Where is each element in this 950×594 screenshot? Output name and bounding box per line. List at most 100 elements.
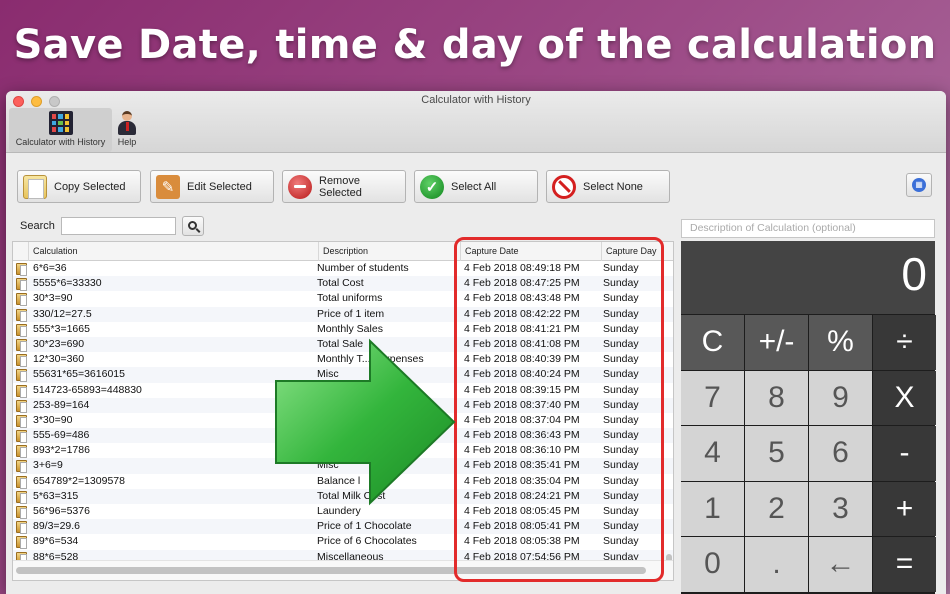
cell-calculation: 893*2=1786 xyxy=(33,444,90,457)
table-row[interactable]: 5555*6=33330 Total Cost 4 Feb 2018 08:47:2… xyxy=(13,276,673,292)
copy-selected-button[interactable]: Copy Selected xyxy=(17,170,141,203)
clipboard-icon xyxy=(16,338,27,352)
key-3-button[interactable]: 3 xyxy=(809,481,872,536)
cell-calculation: 555*3=1665 xyxy=(33,322,90,335)
cell-capture-day: Sunday xyxy=(603,505,639,517)
select-all-button[interactable]: ✓ Select All xyxy=(414,170,538,203)
table-row[interactable]: 89*6=534 Price of 6 Chocolates 4 Feb 2018 … xyxy=(13,534,673,550)
remove-icon xyxy=(288,174,312,199)
cell-calculation: 654789*2=1309578 xyxy=(33,474,125,487)
cell-capture-day: Sunday xyxy=(603,413,639,426)
app-window: Calculator with History Calculator with … xyxy=(6,91,946,594)
cell-capture-date: 4 Feb 2018 08:37:40 PM xyxy=(464,398,580,411)
search-input[interactable] xyxy=(61,217,176,235)
table-body: 6*6=36 Number of students 4 Feb 2018 08:49… xyxy=(13,261,673,579)
cell-capture-day: Sunday xyxy=(603,322,639,335)
key-8-button[interactable]: 8 xyxy=(745,370,808,425)
select-none-button[interactable]: Select None xyxy=(546,170,670,203)
remove-selected-button[interactable]: Remove Selected xyxy=(282,170,406,203)
clipboard-icon xyxy=(16,369,27,383)
promo-headline: Save Date, time & day of the calculation xyxy=(13,22,937,68)
table-row[interactable]: 55631*65=3616015 Misc 4 Feb 2018 08:40:24 … xyxy=(13,367,673,383)
cell-description: Price of 6 Chocolates xyxy=(317,535,417,548)
cell-capture-day: Sunday xyxy=(603,353,639,366)
horizontal-scrollbar[interactable] xyxy=(16,567,646,574)
key-6-button[interactable]: 6 xyxy=(809,426,872,481)
key-2-button[interactable]: 2 xyxy=(745,481,808,536)
toggle-calculator-button[interactable]: ▦ xyxy=(906,173,932,197)
description-input[interactable]: Description of Calculation (optional) xyxy=(681,219,935,238)
toolbar-help-tab[interactable]: Help xyxy=(114,108,140,152)
cell-capture-day: Sunday xyxy=(603,398,639,411)
cell-calculation: 3*30=90 xyxy=(33,413,73,426)
table-row[interactable]: 5*63=315 Total Milk Cost 4 Feb 2018 08:24:… xyxy=(13,488,673,504)
cell-capture-date: 4 Feb 2018 08:36:10 PM xyxy=(464,444,580,457)
cell-capture-date: 4 Feb 2018 08:43:48 PM xyxy=(464,292,580,305)
key-4-button[interactable]: 4 xyxy=(681,426,744,481)
help-person-icon xyxy=(116,111,138,135)
cell-description: Monthly T... l expenses xyxy=(317,353,424,366)
cell-capture-date: 4 Feb 2018 08:49:18 PM xyxy=(464,262,580,274)
key-9-button[interactable]: 9 xyxy=(809,370,872,425)
table-row[interactable]: 330/12=27.5 Price of 1 item 4 Feb 2018 08:… xyxy=(13,306,673,322)
key-clear-button[interactable]: C xyxy=(681,315,744,370)
clipboard-icon xyxy=(16,445,27,459)
key-5-button[interactable]: 5 xyxy=(745,426,808,481)
cell-capture-date: 4 Feb 2018 08:37:04 PM xyxy=(464,413,580,426)
clipboard-icon xyxy=(16,521,27,535)
table-row[interactable]: 3+6=9 Misc 4 Feb 2018 08:35:41 PM Sunday xyxy=(13,458,673,474)
cell-description: Total Cost xyxy=(317,277,364,290)
key-equals-button[interactable]: = xyxy=(873,537,936,592)
cell-capture-day: Sunday xyxy=(603,535,639,548)
table-row[interactable]: 6*6=36 Number of students 4 Feb 2018 08:49… xyxy=(13,261,673,276)
key-backspace-button[interactable]: ← xyxy=(809,537,872,592)
cell-description: Number of students xyxy=(317,262,409,274)
cell-capture-date: 4 Feb 2018 08:05:45 PM xyxy=(464,505,580,517)
edit-selected-button[interactable]: ✎ Edit Selected xyxy=(150,170,274,203)
key-decimal-button[interactable]: . xyxy=(745,537,808,592)
table-row[interactable]: 12*30=360 Monthly T... l expenses 4 Feb 20… xyxy=(13,352,673,368)
cell-description xyxy=(317,398,457,413)
edit-selected-label: Edit Selected xyxy=(187,180,252,193)
key-subtract-button[interactable]: - xyxy=(873,426,936,481)
cell-capture-date: 4 Feb 2018 08:35:04 PM xyxy=(464,474,580,487)
table-row[interactable]: 3*30=90 4 Feb 2018 08:37:04 PM Sunday xyxy=(13,413,673,428)
table-row[interactable]: 514723-65893=448830 4 Feb 2018 08:39:15 P… xyxy=(13,383,673,398)
toolbar-calculator-tab[interactable]: Calculator with History xyxy=(9,108,112,152)
table-row[interactable]: 555-69=486 4 Feb 2018 08:36:43 PM Sunday xyxy=(13,428,673,444)
table-row[interactable]: 30*3=90 Total uniforms 4 Feb 2018 08:43:48… xyxy=(13,291,673,307)
column-header-calculation[interactable]: Calculation xyxy=(28,242,318,261)
table-row[interactable]: 30*23=690 Total Sale 4 Feb 2018 08:41:08 P… xyxy=(13,336,673,353)
cell-calculation: 89/3=29.6 xyxy=(33,520,81,533)
clipboard-icon xyxy=(16,506,27,519)
cell-description: Laundery xyxy=(317,505,361,517)
table-row[interactable]: 89/3=29.6 Price of 1 Chocolate 4 Feb 2018 … xyxy=(13,519,673,535)
key-0-button[interactable]: 0 xyxy=(681,537,744,592)
column-header-capture-date[interactable]: Capture Date xyxy=(460,242,601,261)
select-none-label: Select None xyxy=(583,180,643,193)
cell-capture-date: 4 Feb 2018 08:47:25 PM xyxy=(464,277,580,290)
search-label: Search xyxy=(20,220,55,232)
column-header-capture-day[interactable]: Capture Day xyxy=(601,242,663,261)
key-add-button[interactable]: + xyxy=(873,481,936,536)
cell-description: Misc xyxy=(317,368,339,381)
cell-capture-date: 4 Feb 2018 08:40:24 PM xyxy=(464,368,580,381)
calculator-keypad: C +/-% ÷ 7 8 9 X 4 5 6- 1 2 3 +0. ← = xyxy=(681,315,936,592)
table-row[interactable]: 253-89=164 4 Feb 2018 08:37:40 PM Sunday xyxy=(13,397,673,413)
cell-description: Total Milk Cost xyxy=(317,489,386,502)
table-row[interactable]: 654789*2=1309578 Balance l 4 Feb 2018 08:3… xyxy=(13,474,673,489)
key-7-button[interactable]: 7 xyxy=(681,370,744,425)
table-row[interactable]: 56*96=5376 Laundery 4 Feb 2018 08:05:45 PM… xyxy=(13,504,673,519)
column-header-description[interactable]: Description xyxy=(318,242,460,261)
cell-capture-date: 4 Feb 2018 08:24:21 PM xyxy=(464,489,580,502)
table-row[interactable]: 893*2=1786 4 Feb 2018 08:36:10 PM Sunday xyxy=(13,443,673,459)
calculator-display: 0 xyxy=(681,241,935,314)
key-1-button[interactable]: 1 xyxy=(681,481,744,536)
key-sign-button[interactable]: +/- xyxy=(745,315,808,370)
key-divide-button[interactable]: ÷ xyxy=(873,315,936,370)
table-row[interactable]: 555*3=1665 Monthly Sales 4 Feb 2018 08:41:… xyxy=(13,322,673,337)
key-percent-button[interactable]: % xyxy=(809,315,872,370)
cell-calculation: 3+6=9 xyxy=(33,459,63,472)
search-button[interactable] xyxy=(182,216,204,236)
key-multiply-button[interactable]: X xyxy=(873,370,936,425)
